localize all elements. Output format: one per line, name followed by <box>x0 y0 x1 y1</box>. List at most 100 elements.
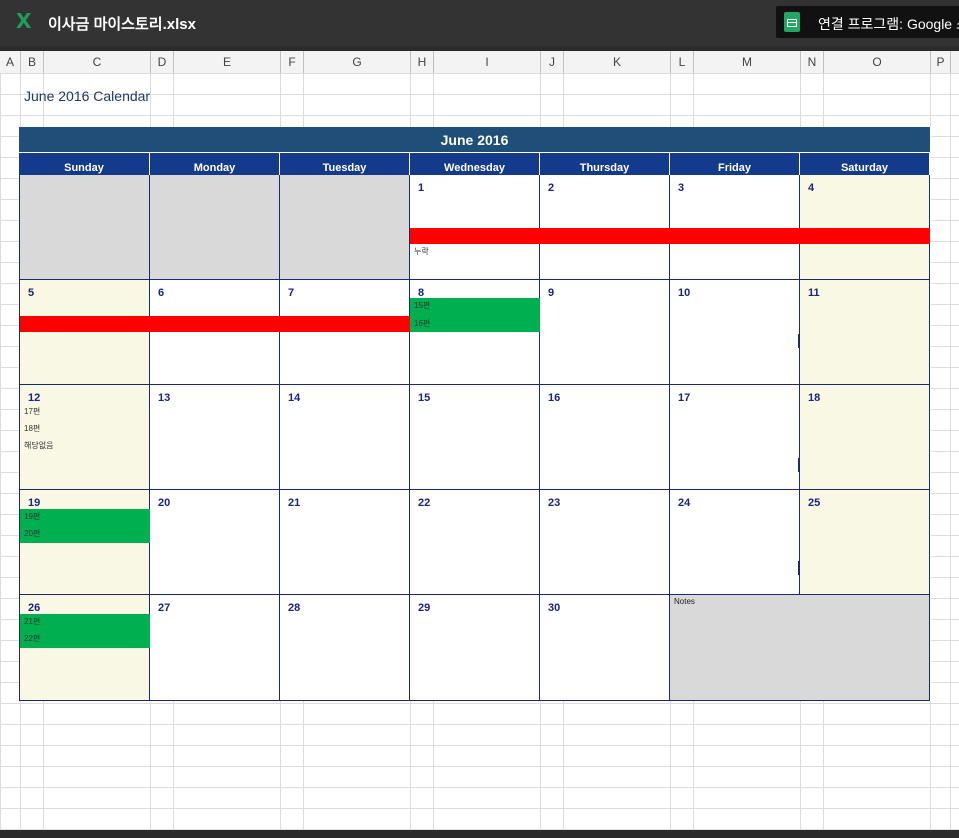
day-cell[interactable] <box>150 175 280 280</box>
day-cell[interactable]: 16 <box>540 385 670 490</box>
day-number: 14 <box>288 392 301 404</box>
entry-note: 21편 <box>24 617 41 626</box>
entry-note: 22편 <box>24 634 41 643</box>
day-number: 3 <box>678 182 685 194</box>
column-header-l[interactable]: L <box>671 51 694 73</box>
day-number: 16 <box>548 392 561 404</box>
google-sheets-icon <box>784 12 800 32</box>
day-cell[interactable]: 29 <box>410 595 540 701</box>
day-cell[interactable]: 13 <box>150 385 280 490</box>
day-cell[interactable]: 10 <box>670 280 800 385</box>
day-number: 28 <box>288 602 301 614</box>
day-cell[interactable]: 18 <box>800 385 930 490</box>
entry-note: 17편 <box>24 407 41 416</box>
dow-wednesday: Wednesday <box>410 152 540 175</box>
day-number: 25 <box>808 497 821 509</box>
column-header-g[interactable]: G <box>304 51 411 73</box>
day-cell[interactable]: 24 <box>670 490 800 595</box>
day-number: 7 <box>288 287 295 299</box>
column-header-c[interactable]: C <box>44 51 151 73</box>
day-cell[interactable]: 11 <box>800 280 930 385</box>
event-bar-red[interactable] <box>20 316 410 332</box>
day-cell[interactable]: 23 <box>540 490 670 595</box>
day-cell[interactable]: 9 <box>540 280 670 385</box>
day-cell[interactable]: 8 <box>410 280 540 385</box>
day-cell[interactable]: 7 <box>280 280 410 385</box>
column-header-j[interactable]: J <box>541 51 564 73</box>
day-cell[interactable]: 15 <box>410 385 540 490</box>
entry-note: 19편 <box>24 512 41 521</box>
day-number: 20 <box>158 497 171 509</box>
day-cell[interactable]: 14 <box>280 385 410 490</box>
day-number: 21 <box>288 497 301 509</box>
day-number: 26 <box>28 602 41 614</box>
event-bar-red[interactable] <box>410 228 930 244</box>
column-header-bar: A B C D E F G H I J K L M N O P <box>0 51 959 74</box>
day-number: 6 <box>158 287 165 299</box>
day-number: 30 <box>548 602 561 614</box>
day-number: 29 <box>418 602 431 614</box>
sheet-title: June 2016 Calendar <box>24 88 151 104</box>
day-cell[interactable]: 28 <box>280 595 410 701</box>
day-cell[interactable]: 20 <box>150 490 280 595</box>
day-number: 17 <box>678 392 691 404</box>
column-header-h[interactable]: H <box>411 51 434 73</box>
day-number: 18 <box>808 392 821 404</box>
day-number: 4 <box>808 182 815 194</box>
day-cell[interactable]: 5 <box>19 280 150 385</box>
day-cell[interactable] <box>19 175 150 280</box>
cell-marker <box>798 458 800 472</box>
day-number: 10 <box>678 287 691 299</box>
day-cell[interactable] <box>280 175 410 280</box>
column-header-k[interactable]: K <box>564 51 671 73</box>
file-title: 이사금 마이스토리.xlsx <box>48 16 196 33</box>
open-with-label: 연결 프로그램: Google 스 <box>818 16 959 32</box>
dow-thursday: Thursday <box>540 152 670 175</box>
calendar: June 2016 Sunday Monday Tuesday Wednesda… <box>19 127 931 701</box>
entry-note: 16편 <box>414 319 431 328</box>
dow-sunday: Sunday <box>19 152 150 175</box>
entry-note: 15편 <box>414 301 431 310</box>
column-header-d[interactable]: D <box>151 51 174 73</box>
dow-friday: Friday <box>670 152 800 175</box>
entry-note: 해당없음 <box>24 441 54 450</box>
day-cell[interactable]: 30 <box>540 595 670 701</box>
dow-saturday: Saturday <box>800 152 930 175</box>
day-number: 2 <box>548 182 555 194</box>
day-number: 23 <box>548 497 561 509</box>
column-header-f[interactable]: F <box>281 51 304 73</box>
day-cell[interactable]: 26 <box>19 595 150 701</box>
excel-icon: X <box>16 9 32 33</box>
column-header-e[interactable]: E <box>174 51 281 73</box>
notes-label: Notes <box>674 597 695 606</box>
column-header-m[interactable]: M <box>694 51 801 73</box>
column-header-i[interactable]: I <box>434 51 541 73</box>
entry-note: 누락 <box>414 247 429 256</box>
day-cell[interactable]: 6 <box>150 280 280 385</box>
day-cell[interactable]: 12 <box>19 385 150 490</box>
entry-note: 20편 <box>24 529 41 538</box>
day-cell[interactable]: 22 <box>410 490 540 595</box>
day-cell[interactable]: 25 <box>800 490 930 595</box>
column-header-o[interactable]: O <box>824 51 931 73</box>
dow-tuesday: Tuesday <box>280 152 410 175</box>
day-number: 5 <box>28 287 35 299</box>
day-cell[interactable]: 21 <box>280 490 410 595</box>
cell-marker <box>798 334 800 348</box>
column-header-b[interactable]: B <box>21 51 44 73</box>
spreadsheet-view: A B C D E F G H I J K L M N O P June 201… <box>0 51 959 830</box>
open-with-button[interactable]: 연결 프로그램: Google 스 <box>776 6 959 38</box>
column-header-p[interactable]: P <box>931 51 951 73</box>
day-number: 12 <box>28 392 41 404</box>
day-number: 1 <box>418 182 425 194</box>
day-number: 11 <box>808 287 820 299</box>
column-header-a[interactable]: A <box>0 51 21 73</box>
day-number: 19 <box>28 497 41 509</box>
calendar-month-title: June 2016 <box>19 127 930 152</box>
day-cell[interactable]: 27 <box>150 595 280 701</box>
notes-box[interactable]: Notes <box>670 595 930 701</box>
day-cell[interactable]: 17 <box>670 385 800 490</box>
dow-monday: Monday <box>150 152 280 175</box>
column-header-n[interactable]: N <box>801 51 824 73</box>
day-number: 27 <box>158 602 171 614</box>
